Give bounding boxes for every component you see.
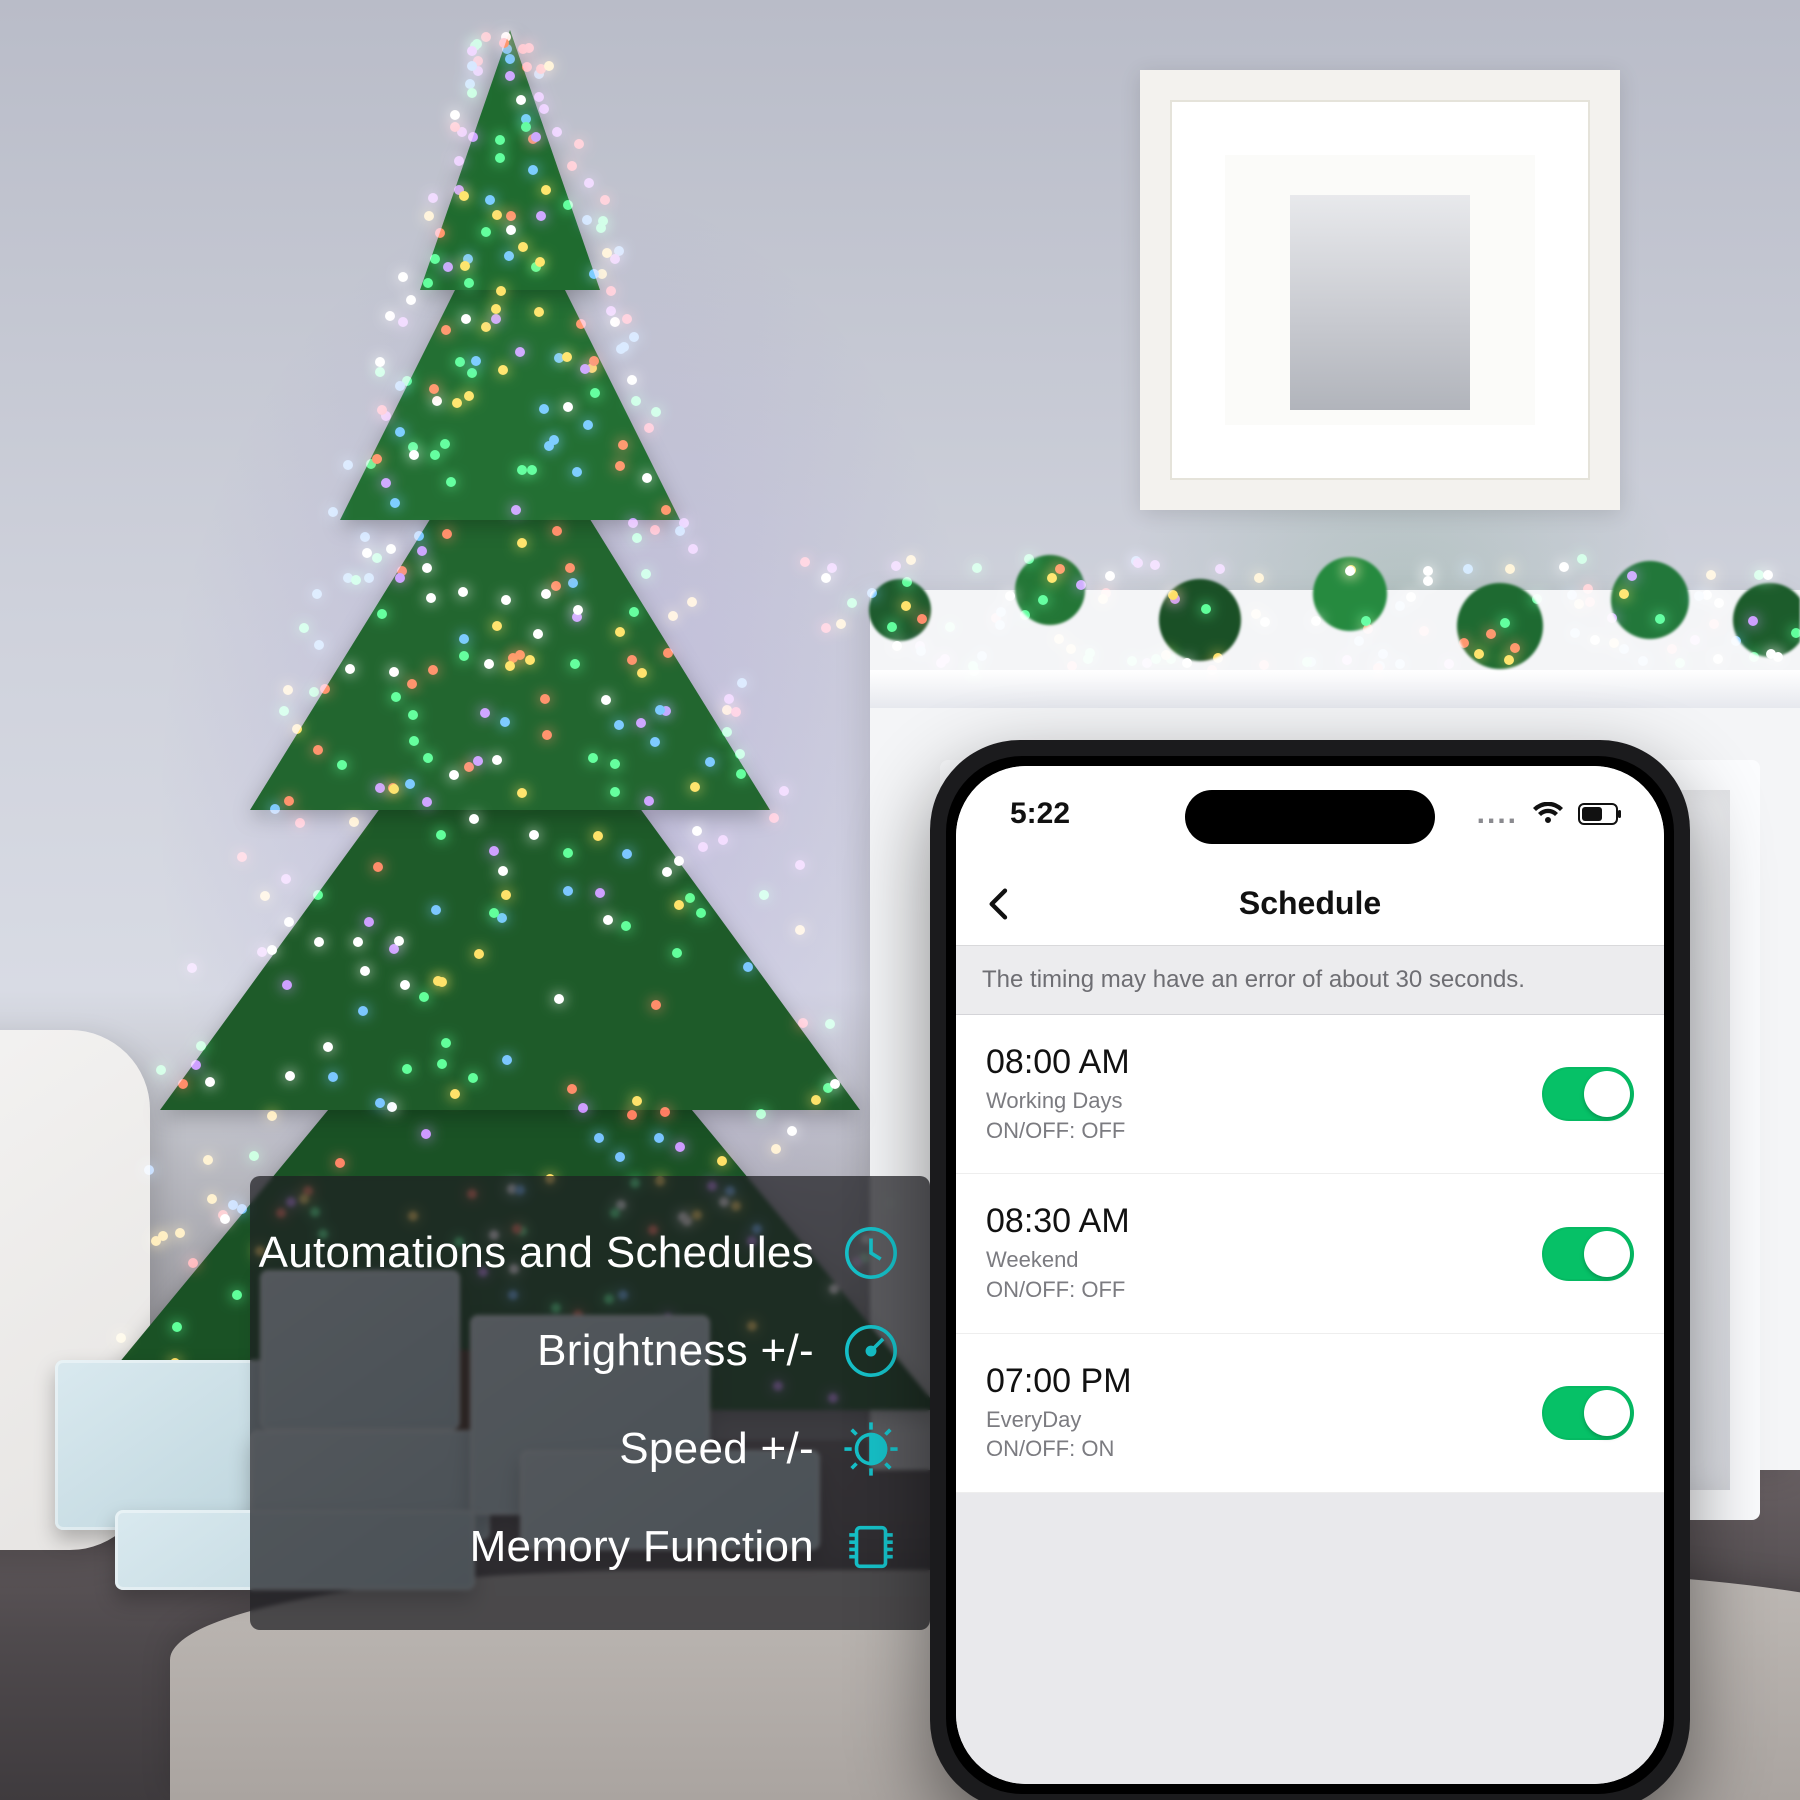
schedule-time: 08:00 AM	[986, 1043, 1130, 1082]
callout-row: Brightness +/-	[280, 1302, 900, 1400]
timing-notice: The timing may have an error of about 30…	[956, 946, 1664, 1015]
schedule-item[interactable]: 08:00 AM Working Days ON/OFF: OFF	[956, 1015, 1664, 1174]
product-scene: Automations and Schedules Brightness +/-…	[0, 0, 1800, 1800]
app-screen: 5:22 ....	[956, 766, 1664, 1784]
half-sun-icon	[842, 1420, 900, 1478]
status-dots: ....	[1477, 797, 1518, 831]
phone-mockup: 5:22 ....	[930, 740, 1690, 1800]
empty-area	[956, 1493, 1664, 1784]
schedule-toggle[interactable]	[1542, 1386, 1634, 1440]
callout-label: Automations and Schedules	[259, 1228, 814, 1278]
schedule-list: 08:00 AM Working Days ON/OFF: OFF 08:30 …	[956, 1015, 1664, 1493]
schedule-time: 07:00 PM	[986, 1362, 1132, 1401]
schedule-toggle[interactable]	[1542, 1227, 1634, 1281]
callout-row: Speed +/-	[280, 1400, 900, 1498]
callout-row: Automations and Schedules	[280, 1204, 900, 1302]
dynamic-island	[1185, 790, 1435, 844]
schedule-item[interactable]: 07:00 PM EveryDay ON/OFF: ON	[956, 1334, 1664, 1493]
clock-icon	[842, 1224, 900, 1282]
schedule-item[interactable]: 08:30 AM Weekend ON/OFF: OFF	[956, 1174, 1664, 1333]
nav-bar: Schedule	[956, 862, 1664, 946]
gauge-icon	[842, 1322, 900, 1380]
callout-label: Speed +/-	[619, 1424, 814, 1474]
battery-icon	[1578, 803, 1622, 825]
status-time: 5:22	[1010, 797, 1070, 831]
schedule-state: ON/OFF: OFF	[986, 1275, 1130, 1305]
callout-row: Memory Function	[280, 1498, 900, 1596]
schedule-days: Weekend	[986, 1245, 1130, 1275]
schedule-days: Working Days	[986, 1086, 1130, 1116]
schedule-toggle[interactable]	[1542, 1067, 1634, 1121]
schedule-time: 08:30 AM	[986, 1202, 1130, 1241]
schedule-state: ON/OFF: OFF	[986, 1116, 1130, 1146]
callout-label: Brightness +/-	[537, 1326, 814, 1376]
chip-icon	[842, 1518, 900, 1576]
page-title: Schedule	[1239, 885, 1381, 922]
feature-callouts: Automations and Schedules Brightness +/-…	[250, 1176, 930, 1630]
schedule-days: EveryDay	[986, 1405, 1132, 1435]
back-button[interactable]	[980, 884, 1020, 924]
callout-label: Memory Function	[470, 1522, 814, 1572]
wall-picture-frame	[1140, 70, 1620, 510]
schedule-state: ON/OFF: ON	[986, 1434, 1132, 1464]
wifi-icon	[1532, 802, 1564, 826]
